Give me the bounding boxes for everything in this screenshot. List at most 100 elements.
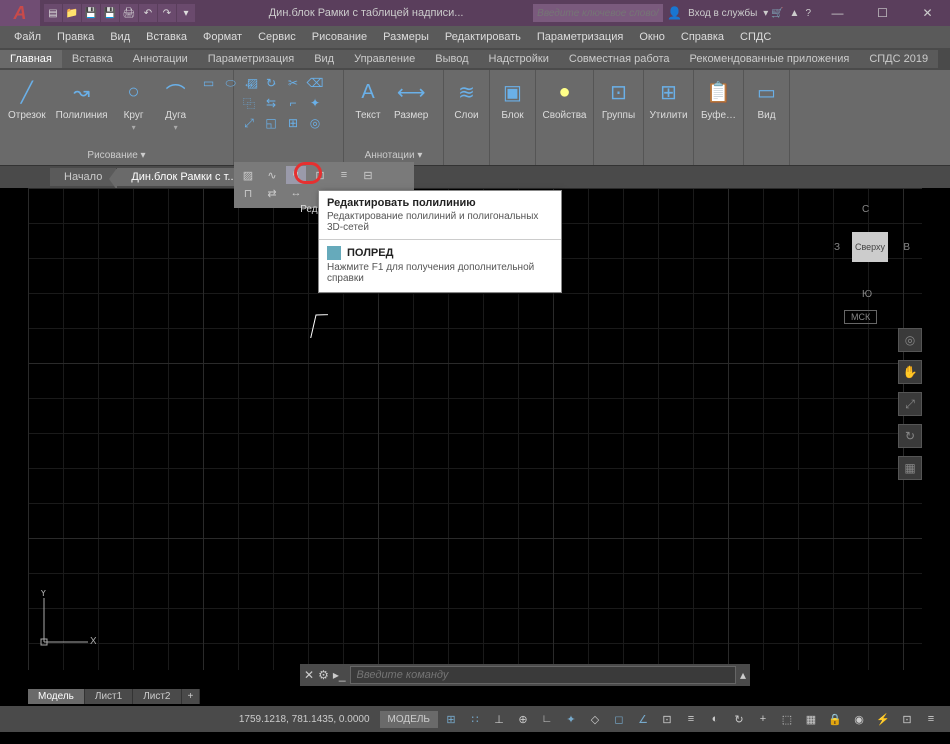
isolate-icon[interactable]: ◉ xyxy=(848,709,870,729)
edit-break-icon[interactable]: ⊟ xyxy=(358,166,378,184)
add-layout-tab[interactable]: + xyxy=(182,689,201,704)
panel-draw-label[interactable]: Рисование ▾ xyxy=(6,148,227,161)
menu-spds[interactable]: СПДС xyxy=(732,31,779,43)
tab-view[interactable]: Вид xyxy=(304,50,344,68)
polyline-button[interactable]: ↝Полилиния xyxy=(54,74,110,123)
erase-icon[interactable]: ⌫ xyxy=(306,74,324,92)
model-space-button[interactable]: МОДЕЛЬ xyxy=(380,711,438,728)
menu-help[interactable]: Справка xyxy=(673,31,732,43)
edit-reverse-icon[interactable]: ⇄ xyxy=(262,184,282,202)
scale-icon[interactable]: ◱ xyxy=(262,114,280,132)
qat-saveas-icon[interactable]: 💾 xyxy=(101,4,119,22)
tab-collab[interactable]: Совместная работа xyxy=(559,50,680,68)
osnap-toggle-icon[interactable]: ◻ xyxy=(608,709,630,729)
cmd-dropdown-icon[interactable]: ▴ xyxy=(740,668,746,682)
edit-hatch-icon[interactable]: ▨ xyxy=(238,166,258,184)
layout1-tab[interactable]: Лист1 xyxy=(85,689,133,704)
cycling-icon[interactable]: ↻ xyxy=(728,709,750,729)
view-button[interactable]: ▭Вид xyxy=(750,74,783,123)
circle-button[interactable]: ○Круг▾ xyxy=(116,74,152,134)
viewcube-south[interactable]: Ю xyxy=(862,289,872,300)
panel-annotation-label[interactable]: Аннотации ▾ xyxy=(350,148,437,161)
hardware-accel-icon[interactable]: ⚡ xyxy=(872,709,894,729)
block-button[interactable]: ▣Блок xyxy=(496,74,529,123)
clipboard-button[interactable]: 📋Буфе… xyxy=(700,74,737,123)
viewcube-top[interactable]: Сверху xyxy=(852,232,888,262)
coord-system[interactable]: МСК xyxy=(844,310,877,324)
groups-button[interactable]: ⊡Группы xyxy=(600,74,637,123)
rect-icon[interactable]: ▭ xyxy=(200,74,218,92)
qat-more-icon[interactable]: ▾ xyxy=(177,4,195,22)
grid-toggle-icon[interactable]: ⊞ xyxy=(440,709,462,729)
steering-wheel-icon[interactable]: ◎ xyxy=(898,328,922,352)
customize-status-icon[interactable]: ≡ xyxy=(920,709,942,729)
quick-props-icon[interactable]: ▦ xyxy=(800,709,822,729)
tab-manage[interactable]: Управление xyxy=(344,50,425,68)
stretch-icon[interactable]: ⤢ xyxy=(240,114,258,132)
edit-polyline-icon[interactable]: ↯ xyxy=(286,166,306,184)
viewcube-east[interactable]: В xyxy=(903,242,910,253)
cart-icon[interactable]: ▾ 🛒 xyxy=(763,8,783,19)
tab-home[interactable]: Главная xyxy=(0,50,62,68)
array-icon[interactable]: ⊞ xyxy=(284,114,302,132)
dimension-button[interactable]: ⟷Размер xyxy=(392,74,430,123)
properties-button[interactable]: ●Свойства xyxy=(542,74,587,123)
menu-file[interactable]: Файл xyxy=(6,31,49,43)
clean-screen-icon[interactable]: ⊡ xyxy=(896,709,918,729)
tab-parametric[interactable]: Параметризация xyxy=(198,50,304,68)
cmd-history-icon[interactable]: ✕ xyxy=(304,668,314,682)
line-button[interactable]: ╱Отрезок xyxy=(6,74,48,123)
menu-edit[interactable]: Правка xyxy=(49,31,102,43)
start-tab[interactable]: Начало xyxy=(50,168,117,186)
otrack-icon[interactable]: ⊡ xyxy=(656,709,678,729)
arc-button[interactable]: ⌒Дуга▾ xyxy=(158,74,194,134)
viewcube-west[interactable]: З xyxy=(834,242,840,253)
qat-redo-icon[interactable]: ↷ xyxy=(158,4,176,22)
menu-dimension[interactable]: Размеры xyxy=(375,31,437,43)
viewcube-north[interactable]: С xyxy=(862,204,869,215)
offset-icon[interactable]: ◎ xyxy=(306,114,324,132)
rotate-icon[interactable]: ↻ xyxy=(262,74,280,92)
edit-lengthen-icon[interactable]: ↔ xyxy=(286,184,306,202)
autodesk-icon[interactable]: ▲ xyxy=(790,8,800,19)
tab-spds2019[interactable]: СПДС 2019 xyxy=(859,50,938,68)
tab-output[interactable]: Вывод xyxy=(425,50,478,68)
showmotion-icon[interactable]: ▦ xyxy=(898,456,922,480)
lineweight-icon[interactable]: ≡ xyxy=(680,709,702,729)
3dosnap-icon[interactable]: ∠ xyxy=(632,709,654,729)
menu-tools[interactable]: Сервис xyxy=(250,31,304,43)
viewcube[interactable]: С З Сверху В Ю МСК xyxy=(830,204,910,324)
qat-open-icon[interactable]: 📁 xyxy=(63,4,81,22)
explode-icon[interactable]: ✦ xyxy=(306,94,324,112)
snap-toggle-icon[interactable]: ∷ xyxy=(464,709,486,729)
lock-ui-icon[interactable]: 🔒 xyxy=(824,709,846,729)
ortho-toggle-icon[interactable]: ∟ xyxy=(536,709,558,729)
orbit-icon[interactable]: ↻ xyxy=(898,424,922,448)
move-icon[interactable]: ↔ xyxy=(240,74,258,92)
edit-join-icon[interactable]: ⊓ xyxy=(238,184,258,202)
annotation-monitor-icon[interactable]: + xyxy=(752,709,774,729)
mirror-icon[interactable]: ⇆ xyxy=(262,94,280,112)
text-button[interactable]: AТекст xyxy=(350,74,386,123)
tab-addins[interactable]: Надстройки xyxy=(479,50,559,68)
units-icon[interactable]: ⬚ xyxy=(776,709,798,729)
qat-undo-icon[interactable]: ↶ xyxy=(139,4,157,22)
menu-insert[interactable]: Вставка xyxy=(138,31,195,43)
menu-window[interactable]: Окно xyxy=(631,31,673,43)
tab-featured[interactable]: Рекомендованные приложения xyxy=(680,50,860,68)
trim-icon[interactable]: ✂ xyxy=(284,74,302,92)
menu-format[interactable]: Формат xyxy=(195,31,250,43)
user-area[interactable]: 👤 Вход в службы ▾ 🛒 ▲ ? xyxy=(663,6,815,20)
copy-icon[interactable]: ⿻ xyxy=(240,94,258,112)
command-input[interactable] xyxy=(350,666,736,684)
qat-plot-icon[interactable]: 🖨 xyxy=(120,4,138,22)
isometric-icon[interactable]: ◇ xyxy=(584,709,606,729)
search-input[interactable] xyxy=(533,4,663,22)
edit-array-icon[interactable]: ⊡ xyxy=(310,166,330,184)
dynamic-input-icon[interactable]: ⊕ xyxy=(512,709,534,729)
model-tab[interactable]: Модель xyxy=(28,689,85,704)
pan-icon[interactable]: ✋ xyxy=(898,360,922,384)
edit-spline-icon[interactable]: ∿ xyxy=(262,166,282,184)
help-icon[interactable]: ? xyxy=(805,8,811,19)
fillet-icon[interactable]: ⌐ xyxy=(284,94,302,112)
